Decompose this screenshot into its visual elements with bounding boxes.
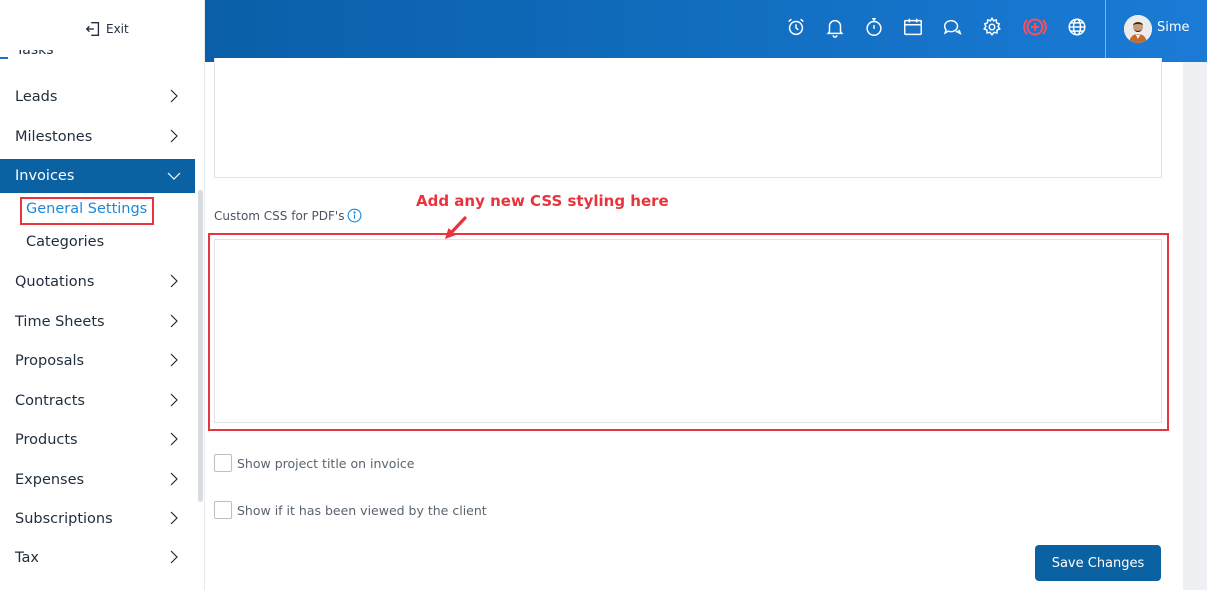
- calendar-icon[interactable]: [902, 16, 924, 38]
- sidebar-item-tax[interactable]: Tax: [0, 541, 195, 575]
- show-project-title-option[interactable]: Show project title on invoice: [214, 454, 415, 472]
- save-changes-button[interactable]: Save Changes: [1035, 545, 1161, 581]
- stopwatch-icon[interactable]: [863, 16, 885, 38]
- sidebar-item-invoices[interactable]: Invoices: [0, 159, 195, 193]
- chevron-right-icon: [170, 129, 178, 143]
- user-name[interactable]: Sime: [1157, 20, 1190, 35]
- sidebar-item-leads[interactable]: Leads: [0, 80, 195, 114]
- checkbox-label: Show if it has been viewed by the client: [237, 502, 487, 518]
- show-viewed-checkbox[interactable]: [214, 501, 232, 519]
- top-bar: Sime: [205, 0, 1207, 62]
- exit-button[interactable]: Exit: [84, 18, 129, 40]
- chevron-right-icon: [170, 432, 178, 446]
- gear-icon[interactable]: [981, 16, 1003, 38]
- active-indicator: [0, 57, 8, 59]
- sidebar-item-proposals[interactable]: Proposals: [0, 344, 195, 378]
- sidebar-item-label: Contracts: [15, 393, 85, 409]
- globe-icon[interactable]: [1066, 16, 1088, 38]
- topbar-divider: [1105, 0, 1106, 62]
- sidebar-item-label: Products: [15, 432, 78, 448]
- sidebar-item-quotations[interactable]: Quotations: [0, 265, 195, 299]
- avatar[interactable]: [1124, 15, 1152, 43]
- sidebar-subitem-categories[interactable]: Categories: [26, 234, 104, 250]
- sidebar-item-products[interactable]: Products: [0, 423, 195, 457]
- sidebar-item-milestones[interactable]: Milestones: [0, 120, 195, 154]
- chevron-right-icon: [170, 472, 178, 486]
- sidebar-item-label: Milestones: [15, 129, 93, 145]
- sidebar-item-label: Tasks: [16, 50, 54, 58]
- main-content: Custom CSS for PDF's Add any new CSS sty…: [205, 58, 1183, 590]
- custom-css-textarea[interactable]: [214, 239, 1162, 423]
- sidebar-subitem-general-settings[interactable]: General Settings: [26, 201, 147, 217]
- exit-label: Exit: [106, 22, 129, 36]
- sidebar-item-label: Leads: [15, 89, 58, 105]
- sidebar-item-label: Time Sheets: [15, 314, 105, 330]
- custom-css-label-text: Custom CSS for PDF's: [214, 208, 345, 223]
- sidebar-item-label: Tax: [15, 550, 39, 566]
- sidebar-item-label: Quotations: [15, 274, 95, 290]
- info-icon[interactable]: [347, 208, 362, 223]
- sidebar-item-time-sheets[interactable]: Time Sheets: [0, 305, 195, 339]
- chevron-right-icon: [170, 511, 178, 525]
- sidebar-item-expenses[interactable]: Expenses: [0, 463, 195, 497]
- alarm-clock-icon[interactable]: [785, 16, 807, 38]
- sidebar-item-label: Proposals: [15, 353, 85, 369]
- sidebar-item-label: Subscriptions: [15, 511, 113, 527]
- show-project-title-checkbox[interactable]: [214, 454, 232, 472]
- chevron-right-icon: [170, 353, 178, 367]
- sidebar: Exit Tasks Leads Milestones Invoices Gen…: [0, 0, 205, 590]
- show-viewed-option[interactable]: Show if it has been viewed by the client: [214, 501, 487, 519]
- sidebar-item-tasks-partial[interactable]: Tasks: [0, 50, 60, 64]
- bell-icon[interactable]: [824, 16, 846, 38]
- sidebar-item-subscriptions[interactable]: Subscriptions: [0, 502, 195, 536]
- chat-icon[interactable]: [941, 16, 963, 38]
- chevron-right-icon: [170, 314, 178, 328]
- custom-css-label: Custom CSS for PDF's: [214, 208, 362, 223]
- sidebar-scrollbar[interactable]: [198, 190, 203, 502]
- page-scrollbar-track[interactable]: [1183, 62, 1207, 590]
- sidebar-item-contracts[interactable]: Contracts: [0, 384, 195, 418]
- checkbox-label: Show project title on invoice: [237, 455, 415, 471]
- sidebar-item-label: Invoices: [15, 168, 75, 184]
- add-circle-icon[interactable]: [1022, 14, 1048, 40]
- user-photo: [1124, 15, 1152, 43]
- chevron-down-icon: [167, 172, 181, 180]
- annotation-callout: Add any new CSS styling here: [416, 192, 669, 210]
- chevron-right-icon: [170, 393, 178, 407]
- sidebar-item-label: Expenses: [15, 472, 85, 488]
- chevron-right-icon: [170, 550, 178, 564]
- chevron-right-icon: [170, 274, 178, 288]
- exit-icon: [85, 22, 100, 36]
- chevron-right-icon: [170, 89, 178, 103]
- previous-textarea[interactable]: [214, 58, 1162, 178]
